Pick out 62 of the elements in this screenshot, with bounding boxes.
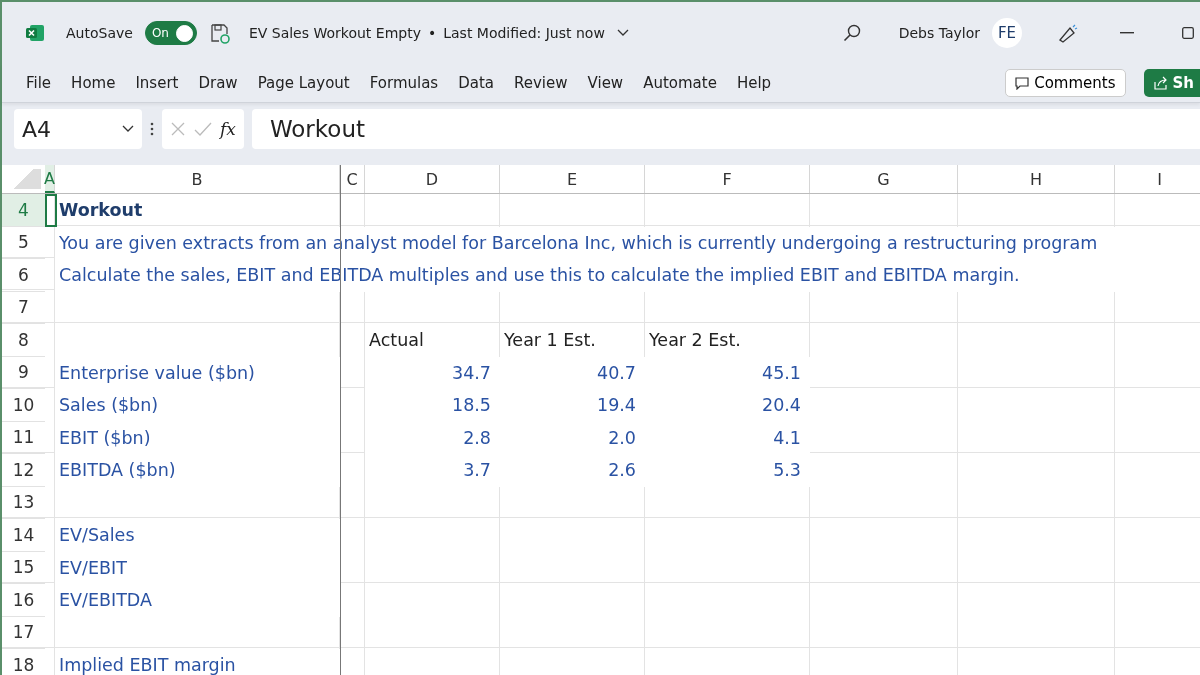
table-cell[interactable]: 45.1 (645, 356, 810, 389)
table-cell[interactable]: Actual (365, 324, 500, 357)
comment-icon (1015, 76, 1030, 90)
ribbon-tab[interactable]: Page Layout (249, 74, 358, 92)
table-cell[interactable]: 2.0 (500, 421, 645, 454)
ribbon-tab[interactable]: Review (506, 74, 576, 92)
row-header[interactable]: 7 (2, 291, 45, 324)
table-cell[interactable]: Enterprise value ($bn) (55, 356, 340, 389)
ribbon-tab[interactable]: Automate (635, 74, 725, 92)
row-header[interactable]: 9 (2, 356, 45, 389)
share-icon (1153, 76, 1168, 90)
table-cell[interactable]: EV/EBIT (55, 551, 340, 584)
autosave-label: AutoSave (66, 25, 133, 41)
more-options-icon[interactable] (150, 122, 154, 136)
row-header[interactable]: 8 (2, 324, 45, 357)
row-header[interactable]: 6 (2, 259, 45, 292)
megaphone-icon[interactable] (1058, 23, 1078, 43)
table-cell[interactable]: EBIT ($bn) (55, 421, 340, 454)
table-cell[interactable]: 40.7 (500, 356, 645, 389)
share-button[interactable]: Sh (1143, 69, 1200, 97)
table-cell[interactable]: Year 2 Est. (645, 324, 810, 357)
row-header[interactable]: 10 (2, 389, 45, 422)
row-header[interactable]: 11 (2, 421, 45, 454)
ribbon-tab[interactable]: Draw (190, 74, 246, 92)
ribbon-tab[interactable]: View (579, 74, 632, 92)
spreadsheet-app-icon (26, 24, 44, 42)
maximize-icon[interactable] (1182, 27, 1194, 39)
row-header[interactable]: 15 (2, 551, 45, 584)
ribbon-tab[interactable]: Home (63, 74, 124, 92)
checkmark-icon[interactable] (194, 121, 212, 137)
ribbon-tab[interactable]: Insert (127, 74, 187, 92)
chevron-down-icon[interactable] (616, 29, 629, 37)
user-name: Debs Taylor (898, 25, 980, 41)
table-cell[interactable]: 34.7 (365, 356, 500, 389)
formula-input[interactable]: Workout (251, 109, 1200, 149)
table-cell[interactable]: Workout (55, 194, 340, 227)
chevron-down-icon (122, 125, 134, 133)
row-header[interactable]: 18 (2, 649, 45, 675)
row-header[interactable]: 14 (2, 519, 45, 552)
document-title[interactable]: EV Sales Workout Empty • Last Modified: Just now (248, 25, 605, 41)
avatar-initials[interactable]: FE (992, 18, 1022, 48)
table-cell[interactable]: Year 1 Est. (500, 324, 645, 357)
row-header[interactable]: 16 (2, 584, 45, 617)
ribbon-tab[interactable]: Data (450, 74, 502, 92)
ribbon-tab[interactable]: File (18, 74, 60, 92)
row-header[interactable]: 17 (2, 616, 45, 649)
row-header[interactable]: 12 (2, 454, 45, 487)
minimize-icon[interactable] (1120, 32, 1134, 34)
table-cell[interactable]: 4.1 (645, 421, 810, 454)
autosave-toggle[interactable]: On (144, 21, 197, 45)
row-header[interactable]: 5 (2, 226, 45, 259)
ribbon-tab[interactable]: Help (728, 74, 780, 92)
table-cell[interactable]: 2.8 (365, 421, 500, 454)
name-box[interactable]: A4 (14, 109, 142, 149)
ribbon-tab[interactable]: Formulas (361, 74, 447, 92)
save-sync-icon[interactable] (208, 22, 231, 44)
row-header[interactable]: 4 (2, 194, 45, 227)
insert-function-button[interactable]: fx (220, 119, 236, 139)
search-icon[interactable] (842, 24, 861, 42)
row-header[interactable]: 13 (2, 486, 45, 519)
comments-button[interactable]: Comments (1005, 69, 1126, 97)
active-cell-cursor[interactable] (45, 194, 57, 227)
